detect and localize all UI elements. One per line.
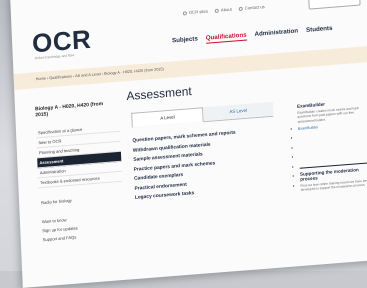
exambuilder-text: ExamBuilder creates mock exams and topic… bbox=[297, 105, 360, 124]
level-tabs: A Level AS Level bbox=[131, 101, 274, 128]
sidebar: Specification at a glance New to OCR Pla… bbox=[35, 121, 125, 245]
sidebar-title: Biology A - H020, H420 (from 2015) bbox=[34, 101, 104, 119]
chevron-right-icon: › bbox=[292, 183, 295, 190]
tab-as-level[interactable]: AS Level bbox=[203, 101, 274, 122]
nav-administration[interactable]: Administration bbox=[254, 28, 298, 40]
info-icon bbox=[214, 8, 219, 13]
chevron-right-icon: › bbox=[291, 154, 294, 161]
assessment-list: Question papers, mark schemes and report… bbox=[132, 124, 294, 203]
list-item-label: Legacy coursework tasks bbox=[134, 191, 195, 202]
nav-subjects[interactable]: Subjects bbox=[172, 35, 198, 46]
main-nav: Subjects Qualifications Administration S… bbox=[172, 25, 333, 47]
search-input[interactable] bbox=[308, 0, 361, 10]
tab-a-level[interactable]: A Level bbox=[131, 107, 204, 128]
chevron-right-icon: › bbox=[292, 173, 295, 180]
ocr-sites-link[interactable]: OCR sites bbox=[182, 9, 208, 16]
sidebar-item-radio[interactable]: Radio for biology bbox=[39, 192, 123, 208]
nav-qualifications[interactable]: Qualifications bbox=[205, 31, 247, 44]
page-title: Assessment bbox=[126, 84, 192, 104]
contact-link[interactable]: Contact us bbox=[238, 4, 265, 11]
webpage: OCR sites About Contact us OCR Oxford Ca… bbox=[10, 0, 367, 288]
top-links: OCR sites About Contact us bbox=[182, 4, 265, 16]
contact-icon bbox=[238, 6, 243, 11]
globe-icon bbox=[182, 10, 187, 15]
chevron-right-icon: › bbox=[290, 126, 293, 133]
exambuilder-box: ExamBuilder ExamBuilder creates mock exa… bbox=[297, 98, 367, 131]
chevron-right-icon: › bbox=[290, 135, 293, 142]
chevron-right-icon: › bbox=[291, 164, 294, 171]
nav-students[interactable]: Students bbox=[306, 25, 333, 36]
chevron-right-icon: › bbox=[291, 145, 293, 152]
about-link[interactable]: About bbox=[214, 7, 232, 13]
moderation-box: Supporting the moderation process Find o… bbox=[299, 162, 367, 193]
